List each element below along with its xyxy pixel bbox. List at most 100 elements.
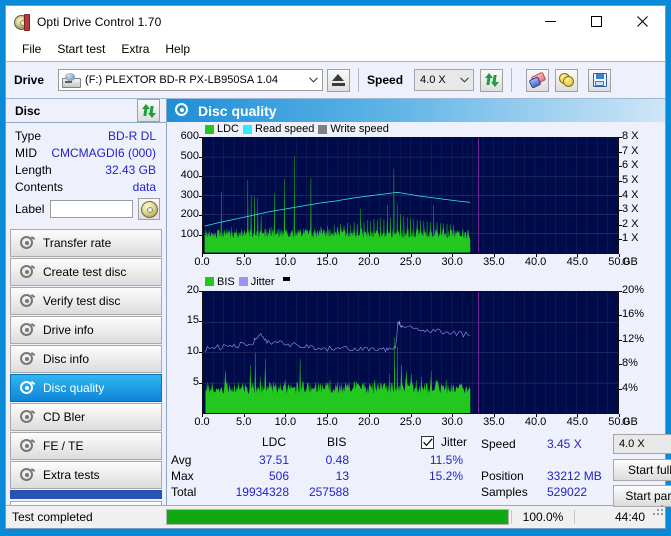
axis-tick <box>619 290 622 292</box>
speed-select-value: 4.0 X <box>420 74 446 86</box>
sidebar-item-cd-bler[interactable]: CD Bler <box>10 403 162 431</box>
menu-item-start-test[interactable]: Start test <box>49 40 113 58</box>
sidebar-item-label: Create test disc <box>43 265 127 279</box>
start-part-button[interactable]: Start part <box>613 485 671 507</box>
sidebar-item-create-test-disc[interactable]: Create test disc <box>10 258 162 286</box>
left-panel: Disc Type BD-R DL MID CMCMAGDI6 (000) Le… <box>6 99 166 523</box>
stats-avg-ldc: 37.51 <box>258 453 289 467</box>
progress-bar-track <box>166 509 509 525</box>
axis-tick <box>199 290 202 292</box>
axis-tick <box>535 254 537 257</box>
chevron-down-icon <box>305 77 322 83</box>
axis-tick <box>199 234 202 236</box>
progress-bar-fill <box>167 510 508 524</box>
minimize-button[interactable] <box>527 6 573 37</box>
y-axis-tick-label: 600 <box>180 130 199 142</box>
gear-icon <box>559 73 575 87</box>
menu-item-file[interactable]: File <box>14 40 49 58</box>
x-axis-tick-label: 15.0 <box>316 256 338 268</box>
axis-tick <box>452 254 454 257</box>
y2-axis-tick-label: 5 X <box>622 173 639 186</box>
axis-tick <box>202 413 203 417</box>
x-axis-tick-label: 20.0 <box>358 256 380 268</box>
stats-col-ldc: LDC <box>262 435 287 449</box>
y2-axis-tick-label: 8% <box>622 357 638 370</box>
disc-fete-icon <box>19 438 36 454</box>
axis-tick <box>619 137 622 138</box>
erase-button[interactable] <box>526 68 550 92</box>
legend-item-jitter: Jitter <box>238 276 275 288</box>
ldc-chart-legend: LDC Read speed Write speed <box>205 123 389 135</box>
y-axis-tick-label: 400 <box>180 169 199 181</box>
refresh-disc-button[interactable] <box>137 99 160 122</box>
jitter-checkbox[interactable] <box>421 436 434 449</box>
sidebar-item-disc-quality[interactable]: Disc quality <box>10 374 162 402</box>
sidebar-item-label: Disc quality <box>43 381 105 395</box>
disc-label-button[interactable] <box>138 198 160 220</box>
main-body: Disc Type BD-R DL MID CMCMAGDI6 (000) Le… <box>6 99 671 523</box>
axis-tick <box>199 215 202 216</box>
sidebar-item-extra-tests[interactable]: Extra tests <box>10 461 162 489</box>
bis-jitter-chart: BIS Jitter 5 10 15 20 4% 8% 12% 16% 20% 0.0 5.0 10.… <box>169 275 663 433</box>
maximize-button[interactable] <box>573 6 619 37</box>
legend-item-bis: BIS <box>205 276 235 288</box>
axis-tick <box>619 339 622 341</box>
start-full-button[interactable]: Start full <box>613 459 671 481</box>
y-axis-tick-label: 5 <box>192 375 199 388</box>
axis-tick <box>619 315 622 317</box>
app-disc-icon <box>14 13 30 31</box>
bis-chart-legend: BIS Jitter <box>205 276 290 288</box>
axis-tick <box>619 364 622 366</box>
axis-tick <box>199 195 202 197</box>
disc-panel-header: Disc <box>6 99 166 123</box>
drive-select-value: (F:) PLEXTOR BD-R PX-LB950SA 1.04 <box>85 74 279 86</box>
sidebar-item-disc-info[interactable]: Disc info <box>10 345 162 373</box>
save-button[interactable] <box>588 68 612 92</box>
nav-list: Transfer rate Create test disc Verify te… <box>6 229 166 490</box>
menu-item-extra[interactable]: Extra <box>113 40 157 58</box>
test-speed-select[interactable]: 4.0 X <box>613 434 671 454</box>
menu-bar: File Start test Extra Help <box>6 37 665 62</box>
sidebar-item-label: Drive info <box>43 323 94 337</box>
disc-info-value: 32.43 GB <box>105 162 156 177</box>
eject-button[interactable] <box>327 68 351 92</box>
disc-quality-icon <box>19 380 36 396</box>
status-bar: Test completed 100.0% 44:40 <box>6 505 665 528</box>
axis-tick <box>285 413 287 417</box>
disc-info-list: Type BD-R DL MID CMCMAGDI6 (000) Length … <box>6 123 166 223</box>
ldc-chart: LDC Read speed Write speed 100 200 300 400 5… <box>169 122 663 273</box>
speed-select[interactable]: 4.0 X <box>414 69 475 91</box>
disc-label-input[interactable] <box>50 200 133 218</box>
settings-button[interactable] <box>555 68 579 92</box>
disc-info-key: Length <box>15 162 52 177</box>
close-button[interactable] <box>619 6 665 37</box>
axis-tick <box>577 413 579 417</box>
disc-bler-icon <box>19 409 36 425</box>
menu-item-help[interactable]: Help <box>157 40 198 58</box>
refresh-drive-button[interactable] <box>480 68 504 92</box>
refresh-icon <box>484 73 499 87</box>
x-axis-tick-label: 20.0 <box>358 415 380 428</box>
window-title: Opti Drive Control 1.70 <box>37 14 162 29</box>
content-title: Disc quality <box>198 102 277 119</box>
x-axis-tick-label: 0.0 <box>194 256 210 268</box>
disc-info-row-contents: Contents data <box>6 178 166 195</box>
stats-col-bis: BIS <box>327 435 347 449</box>
right-panel: Disc quality LDC Read speed Write speed … <box>166 99 671 507</box>
y2-axis-tick-label: 16% <box>622 308 645 321</box>
ldc-plot-area <box>202 137 619 254</box>
x-axis-tick-label: 30.0 <box>441 256 463 268</box>
legend-label: Write speed <box>330 123 389 135</box>
sidebar-item-verify-test-disc[interactable]: Verify test disc <box>10 287 162 315</box>
sidebar-item-fe-te[interactable]: FE / TE <box>10 432 162 460</box>
axis-tick <box>619 224 622 226</box>
y-axis-tick-label: 20 <box>186 283 199 296</box>
drive-select[interactable]: (F:) PLEXTOR BD-R PX-LB950SA 1.04 <box>58 69 324 91</box>
stats-samples-value: 529022 <box>547 485 588 499</box>
y-axis-tick-label: 200 <box>180 208 199 220</box>
progress-percent-text: 100.0% <box>511 510 574 524</box>
sidebar-item-transfer-rate[interactable]: Transfer rate <box>10 229 162 257</box>
x-axis-tick-label: 40.0 <box>524 256 547 268</box>
stats-max-jitter: 15.2% <box>428 469 463 483</box>
sidebar-item-drive-info[interactable]: Drive info <box>10 316 162 344</box>
